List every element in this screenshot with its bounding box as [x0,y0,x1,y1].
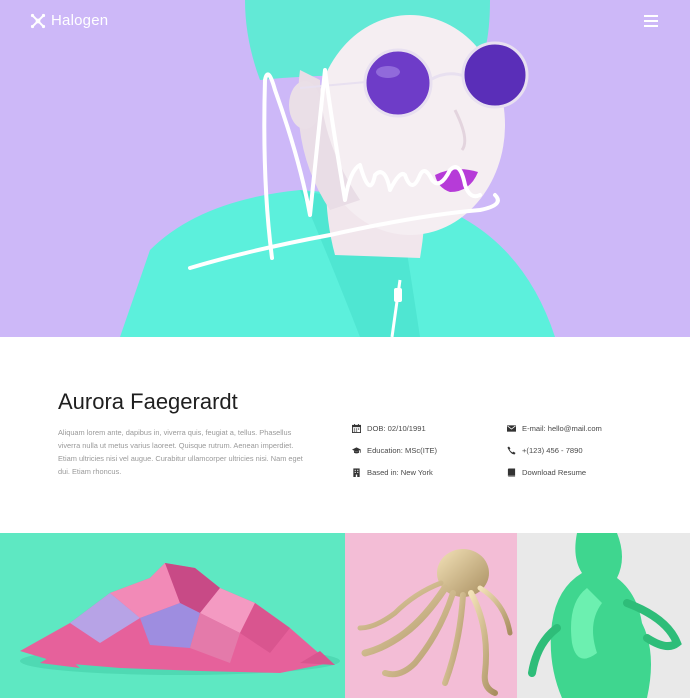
book-icon [507,468,516,477]
menu-line [644,15,658,17]
info-education: Education: MSc(ITE) [352,446,437,455]
gallery-section [0,533,690,698]
hero-section: Halogen [0,0,690,337]
info-email: E-mail: hello@mail.com [507,424,602,433]
site-header: Halogen [0,0,690,44]
info-phone: +(123) 456 - 7890 [507,446,583,455]
info-location-text: Based in: New York [367,468,433,477]
menu-line [644,20,658,22]
info-email-text: E-mail: hello@mail.com [522,424,602,433]
gallery-tile-octopus[interactable] [345,533,517,698]
info-phone-text: +(123) 456 - 7890 [522,446,583,455]
brand-name: Halogen [51,12,109,29]
profile-section: Aurora Faegerardt Aliquam lorem ante, da… [0,337,690,533]
envelope-icon [507,425,516,432]
info-location: Based in: New York [352,468,433,477]
hero-portrait-image [0,0,690,337]
download-resume-label: Download Resume [522,468,587,477]
gold-octopus-image [345,533,517,698]
phone-icon [507,446,516,455]
green-figure-image [517,533,690,698]
info-education-text: Education: MSc(ITE) [367,446,438,455]
calendar-icon [352,424,361,433]
info-dob: DOB: 02/10/1991 [352,424,426,433]
profile-bio: Aliquam lorem ante, dapibus in, viverra … [58,428,303,476]
profile-name: Aurora Faegerardt [58,389,238,414]
lowpoly-mountain-image [0,533,345,698]
gallery-tile-figure[interactable] [517,533,690,698]
download-resume-link[interactable]: Download Resume [507,468,586,477]
menu-line [644,25,658,27]
snowflake-logo-icon [30,13,46,28]
graduation-cap-icon [352,447,361,454]
gallery-tile-mountain[interactable] [0,533,345,698]
building-icon [353,468,360,477]
brand-logo[interactable]: Halogen [30,12,108,29]
hamburger-menu-icon[interactable] [644,15,658,27]
info-dob-text: DOB: 02/10/1991 [367,424,426,433]
